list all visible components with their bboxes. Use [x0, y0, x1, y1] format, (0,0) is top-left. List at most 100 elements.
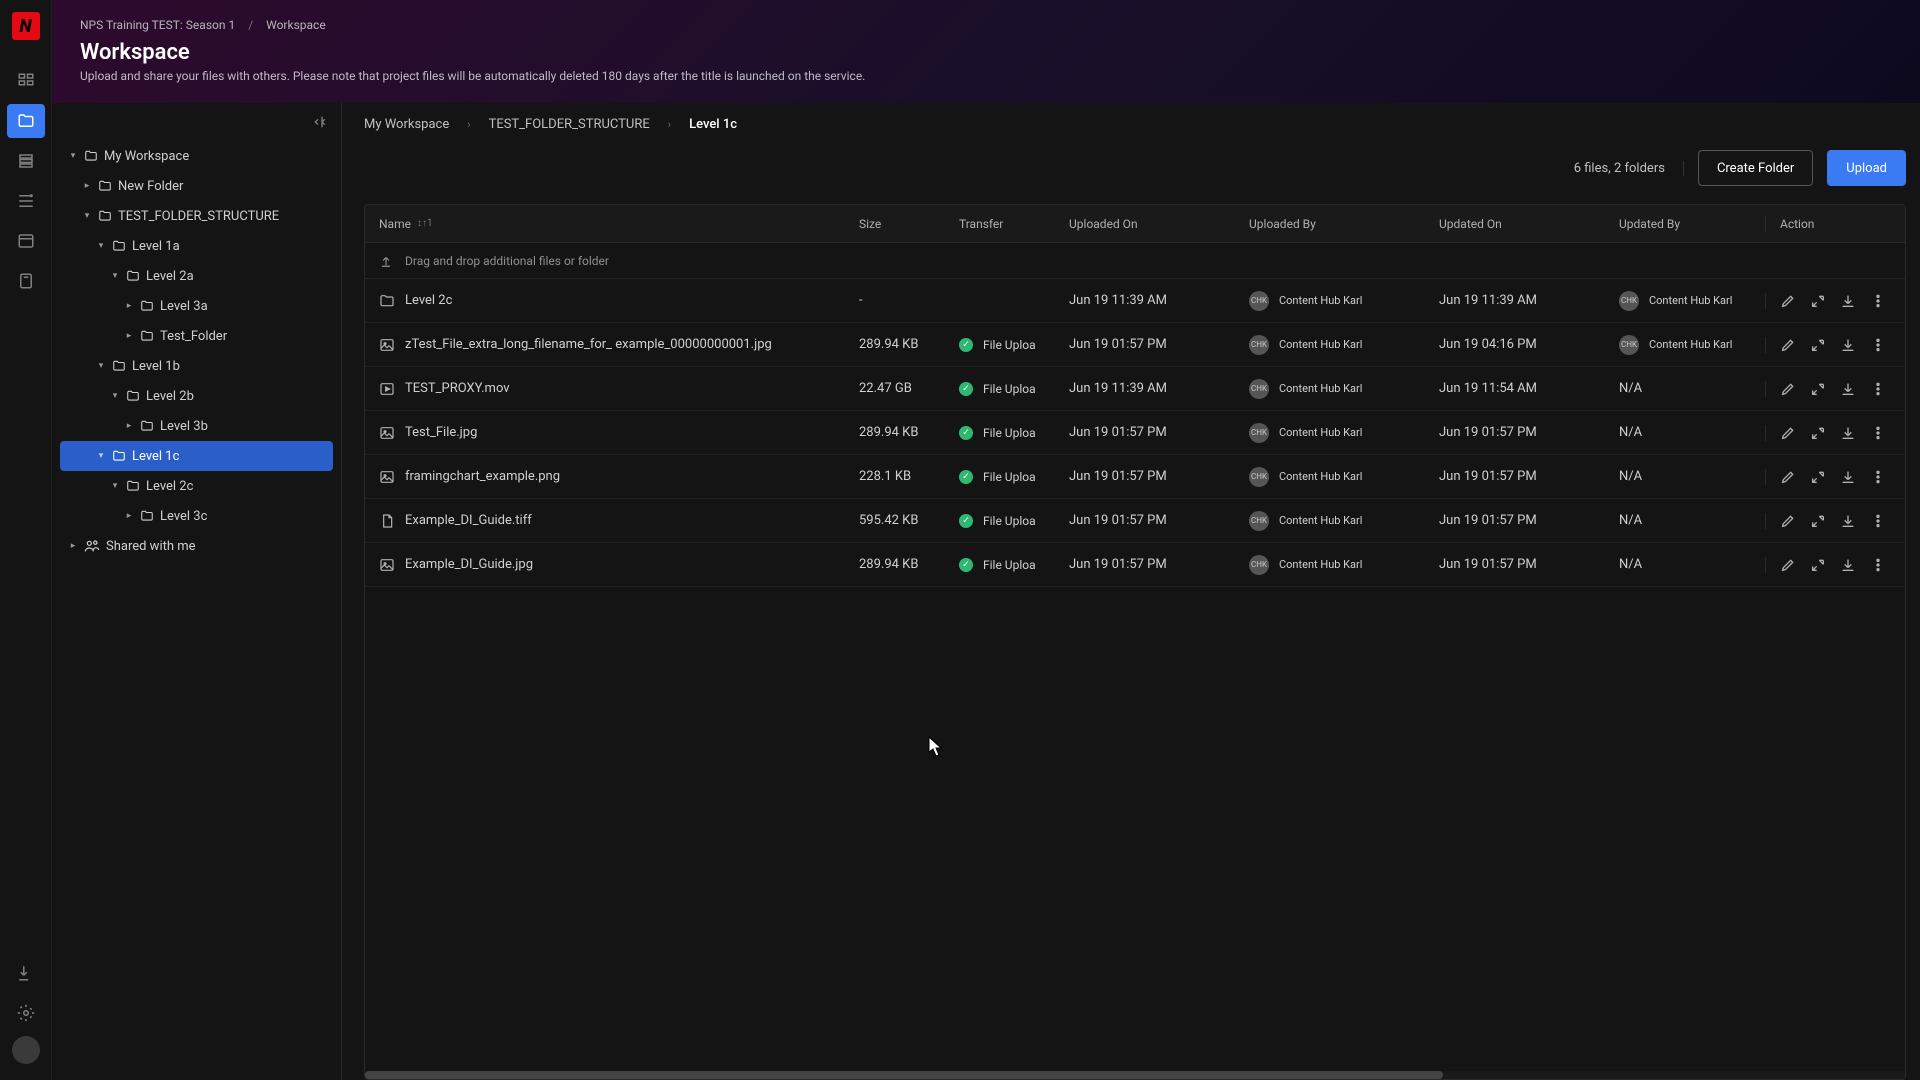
breadcrumb-section[interactable]: Workspace	[266, 18, 326, 32]
rail-settings-icon[interactable]	[7, 996, 45, 1030]
column-header-uploaded-by[interactable]: Uploaded By	[1235, 217, 1425, 231]
edit-icon[interactable]	[1780, 513, 1796, 529]
tree-caret-icon[interactable]: ▾	[110, 391, 120, 401]
tree-caret-icon[interactable]: ▸	[124, 301, 134, 311]
down-icon[interactable]	[1840, 381, 1856, 397]
tree-caret-icon[interactable]: ▸	[124, 511, 134, 521]
user-avatar-chip: CHK	[1249, 423, 1269, 443]
share-icon[interactable]	[1810, 557, 1826, 573]
tree-node-new-folder[interactable]: ▸New Folder	[60, 171, 333, 201]
column-header-name[interactable]: Name↕↑1	[365, 217, 845, 231]
column-header-transfer[interactable]: Transfer	[945, 217, 1055, 231]
item-count: 6 files, 2 folders	[1574, 161, 1684, 176]
rail-import-icon[interactable]	[7, 956, 45, 990]
table-body: Level 2c-Jun 19 11:39 AMCHKContent Hub K…	[365, 279, 1905, 1067]
tree-caret-icon[interactable]: ▸	[82, 181, 92, 191]
share-icon[interactable]	[1810, 293, 1826, 309]
chevron-right-icon: ›	[668, 118, 671, 131]
share-icon[interactable]	[1810, 381, 1826, 397]
more-icon[interactable]	[1870, 337, 1886, 353]
tree-caret-icon[interactable]: ▾	[96, 451, 106, 461]
rail-item-list[interactable]	[7, 224, 45, 258]
down-icon[interactable]	[1840, 337, 1856, 353]
column-header-size[interactable]: Size	[845, 217, 945, 231]
collapse-tree-icon[interactable]	[309, 111, 331, 133]
check-icon: ✓	[959, 426, 973, 440]
file-icon	[379, 513, 395, 529]
tree-caret-icon[interactable]: ▾	[110, 481, 120, 491]
tree-node-level-2a[interactable]: ▾Level 2a	[60, 261, 333, 291]
edit-icon[interactable]	[1780, 337, 1796, 353]
more-icon[interactable]	[1870, 293, 1886, 309]
file-table: Name↕↑1SizeTransferUploaded OnUploaded B…	[364, 204, 1906, 1080]
tree-node-level-3c[interactable]: ▸Level 3c	[60, 501, 333, 531]
tree-node-level-1b[interactable]: ▾Level 1b	[60, 351, 333, 381]
share-icon[interactable]	[1810, 337, 1826, 353]
tree-node-level-1c[interactable]: ▾Level 1c	[60, 441, 333, 471]
table-row[interactable]: zTest_File_extra_long_filename_for_ exam…	[365, 323, 1905, 367]
more-icon[interactable]	[1870, 557, 1886, 573]
user-avatar[interactable]	[12, 1036, 40, 1064]
down-icon[interactable]	[1840, 293, 1856, 309]
tree-caret-icon[interactable]: ▸	[124, 331, 134, 341]
edit-icon[interactable]	[1780, 293, 1796, 309]
rail-item-stack[interactable]	[7, 184, 45, 218]
tree-node-level-1a[interactable]: ▾Level 1a	[60, 231, 333, 261]
down-icon[interactable]	[1840, 557, 1856, 573]
tree-node-level-3b[interactable]: ▸Level 3b	[60, 411, 333, 441]
tree-caret-icon[interactable]: ▾	[96, 361, 106, 371]
more-icon[interactable]	[1870, 513, 1886, 529]
down-icon[interactable]	[1840, 513, 1856, 529]
tree-node-test-folder-structure[interactable]: ▾TEST_FOLDER_STRUCTURE	[60, 201, 333, 231]
table-row[interactable]: framingchart_example.png228.1 KB✓File Up…	[365, 455, 1905, 499]
tree-caret-icon[interactable]: ▾	[68, 151, 78, 161]
breadcrumb: NPS Training TEST: Season 1 / Workspace	[80, 18, 1892, 32]
table-row[interactable]: TEST_PROXY.mov22.47 GB✓File UploaJun 19 …	[365, 367, 1905, 411]
column-header-updated-by[interactable]: Updated By	[1605, 217, 1765, 231]
share-icon[interactable]	[1810, 425, 1826, 441]
user-avatar-chip: CHK	[1249, 555, 1269, 575]
tree-node-level-2c[interactable]: ▾Level 2c	[60, 471, 333, 501]
create-folder-button[interactable]: Create Folder	[1698, 150, 1813, 186]
path-segment[interactable]: My Workspace	[364, 117, 449, 132]
more-icon[interactable]	[1870, 469, 1886, 485]
tree-node-shared-with-me[interactable]: ▸Shared with me	[60, 531, 333, 561]
table-row[interactable]: Example_DI_Guide.jpg289.94 KB✓File Uploa…	[365, 543, 1905, 587]
tree-node-my-workspace[interactable]: ▾My Workspace	[60, 141, 333, 171]
tree-node-level-3a[interactable]: ▸Level 3a	[60, 291, 333, 321]
upload-button[interactable]: Upload	[1827, 150, 1906, 186]
tree-caret-icon[interactable]: ▸	[68, 541, 78, 551]
more-icon[interactable]	[1870, 425, 1886, 441]
edit-icon[interactable]	[1780, 469, 1796, 485]
edit-icon[interactable]	[1780, 557, 1796, 573]
more-icon[interactable]	[1870, 381, 1886, 397]
share-icon[interactable]	[1810, 469, 1826, 485]
tree-caret-icon[interactable]: ▾	[82, 211, 92, 221]
image-icon	[379, 425, 395, 441]
column-header-uploaded-on[interactable]: Uploaded On	[1055, 217, 1235, 231]
drop-zone[interactable]: Drag and drop additional files or folder	[365, 243, 1905, 279]
edit-icon[interactable]	[1780, 381, 1796, 397]
rail-item-clip[interactable]	[7, 264, 45, 298]
horizontal-scrollbar[interactable]	[365, 1071, 1905, 1079]
rail-item-layers[interactable]	[7, 144, 45, 178]
column-header-action[interactable]: Action	[1765, 217, 1905, 231]
share-icon[interactable]	[1810, 513, 1826, 529]
breadcrumb-project[interactable]: NPS Training TEST: Season 1	[80, 18, 235, 32]
column-header-updated-on[interactable]: Updated On	[1425, 217, 1605, 231]
table-row[interactable]: Test_File.jpg289.94 KB✓File UploaJun 19 …	[365, 411, 1905, 455]
down-icon[interactable]	[1840, 425, 1856, 441]
table-row[interactable]: Example_DI_Guide.tiff595.42 KB✓File Uplo…	[365, 499, 1905, 543]
edit-icon[interactable]	[1780, 425, 1796, 441]
tree-caret-icon[interactable]: ▾	[110, 271, 120, 281]
tree-node-level-2b[interactable]: ▾Level 2b	[60, 381, 333, 411]
path-segment: Level 1c	[689, 117, 737, 132]
rail-item-folder[interactable]	[7, 104, 45, 138]
tree-node-test-folder[interactable]: ▸Test_Folder	[60, 321, 333, 351]
rail-item-grid[interactable]	[7, 64, 45, 98]
tree-caret-icon[interactable]: ▸	[124, 421, 134, 431]
tree-caret-icon[interactable]: ▾	[96, 241, 106, 251]
down-icon[interactable]	[1840, 469, 1856, 485]
path-segment[interactable]: TEST_FOLDER_STRUCTURE	[489, 117, 650, 132]
table-row[interactable]: Level 2c-Jun 19 11:39 AMCHKContent Hub K…	[365, 279, 1905, 323]
